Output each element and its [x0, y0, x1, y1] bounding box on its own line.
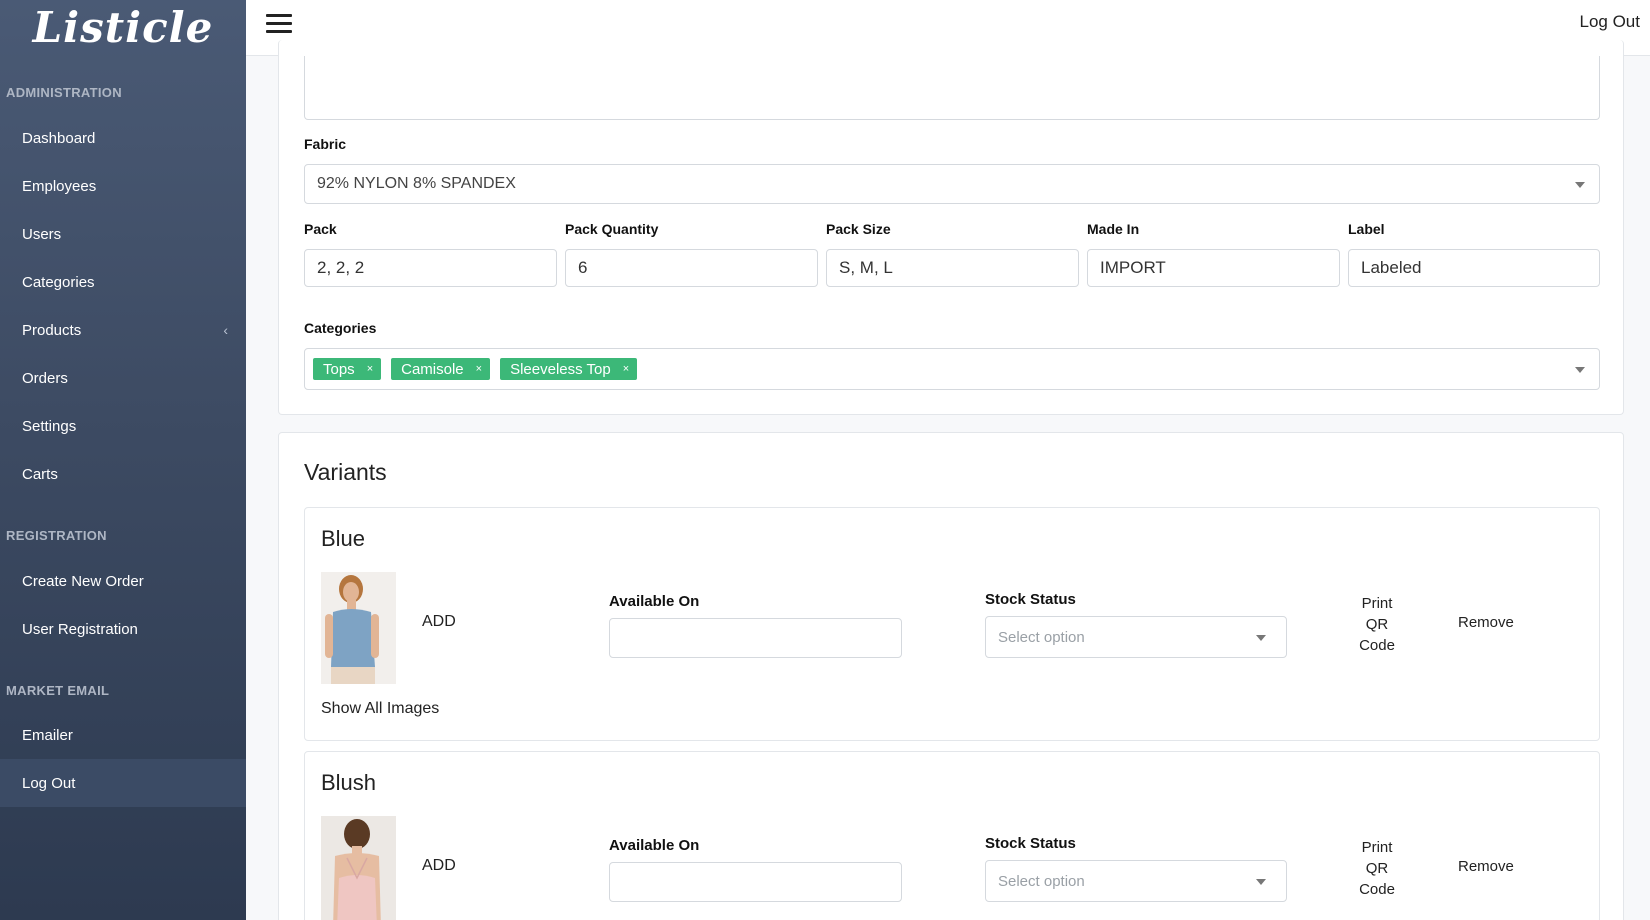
sidebar: Listicle ADMINISTRATION Dashboard Employ… — [0, 0, 246, 920]
logout-link[interactable]: Log Out — [1580, 12, 1641, 32]
stock-status-select[interactable]: Select option — [985, 860, 1287, 902]
sidebar-item-categories[interactable]: Categories — [0, 258, 246, 306]
variants-heading: Variants — [304, 459, 387, 485]
variant-card-blue: Blue ADD Available On Stock Status Selec… — [304, 507, 1600, 741]
add-image-button[interactable]: ADD — [422, 613, 456, 631]
product-details-card: Fabric 92% NYLON 8% SPANDEX Pack 2, 2, 2… — [278, 40, 1624, 415]
section-market-email: MARKET EMAIL — [6, 683, 110, 698]
fabric-label: Fabric — [304, 136, 347, 152]
label-label: Label — [1348, 221, 1385, 237]
fabric-select[interactable]: 92% NYLON 8% SPANDEX — [304, 164, 1600, 204]
sidebar-item-employees[interactable]: Employees — [0, 162, 246, 210]
add-image-button[interactable]: ADD — [422, 857, 456, 875]
category-tag-label: Tops — [323, 360, 355, 378]
product-photo-icon — [321, 572, 396, 684]
variant-image[interactable] — [321, 572, 396, 684]
variant-card-blush: Blush ADD Available On Stock Status Sele… — [304, 751, 1600, 920]
chevron-left-icon: ‹ — [223, 322, 228, 338]
chevron-down-icon — [1256, 879, 1266, 885]
sidebar-item-settings[interactable]: Settings — [0, 402, 246, 450]
pack-input[interactable]: 2, 2, 2 — [304, 249, 557, 287]
categories-multiselect[interactable]: Tops × Camisole × Sleeveless Top × — [304, 348, 1600, 390]
section-registration: REGISTRATION — [6, 528, 107, 543]
category-tag: Sleeveless Top × — [500, 358, 638, 380]
category-tag: Camisole × — [391, 358, 491, 380]
remove-tag-icon[interactable]: × — [623, 363, 629, 375]
pack-size-input[interactable]: S, M, L — [826, 249, 1079, 287]
available-on-label: Available On — [609, 593, 700, 610]
variants-card: Variants Blue ADD Available On Stock Sta… — [278, 432, 1624, 920]
description-textarea[interactable] — [304, 56, 1600, 120]
print-qr-code-button[interactable]: Print QR Code — [1347, 837, 1407, 900]
categories-label: Categories — [304, 320, 377, 336]
remove-variant-button[interactable]: Remove — [1458, 858, 1514, 875]
made-in-input[interactable]: IMPORT — [1087, 249, 1340, 287]
stock-status-select[interactable]: Select option — [985, 616, 1287, 658]
remove-tag-icon[interactable]: × — [476, 363, 482, 375]
menu-icon[interactable] — [266, 14, 292, 34]
made-in-label: Made In — [1087, 221, 1140, 237]
chevron-down-icon — [1575, 367, 1585, 373]
sidebar-item-orders[interactable]: Orders — [0, 354, 246, 402]
show-all-images-link[interactable]: Show All Images — [321, 700, 439, 718]
available-on-label: Available On — [609, 837, 700, 854]
variant-name: Blue — [321, 526, 366, 551]
pack-label: Pack — [304, 221, 337, 237]
pack-quantity-label: Pack Quantity — [565, 221, 659, 237]
print-qr-text: Print — [1361, 839, 1393, 856]
print-qr-text: Code — [1359, 637, 1395, 654]
category-tag-label: Sleeveless Top — [510, 360, 611, 378]
sidebar-item-user-registration[interactable]: User Registration — [0, 605, 246, 653]
print-qr-text: QR — [1365, 860, 1389, 877]
fabric-value: 92% NYLON 8% SPANDEX — [317, 175, 516, 192]
stock-status-placeholder: Select option — [998, 628, 1085, 646]
label-input[interactable]: Labeled — [1348, 249, 1600, 287]
sidebar-item-users[interactable]: Users — [0, 210, 246, 258]
sidebar-item-carts[interactable]: Carts — [0, 450, 246, 498]
chevron-down-icon — [1256, 635, 1266, 641]
sidebar-item-products[interactable]: Products ‹ — [0, 306, 246, 354]
sidebar-item-emailer[interactable]: Emailer — [0, 711, 246, 759]
stock-status-placeholder: Select option — [998, 872, 1085, 890]
stock-status-label: Stock Status — [985, 835, 1076, 852]
pack-size-label: Pack Size — [826, 221, 891, 237]
category-tag-label: Camisole — [401, 360, 464, 378]
available-on-input[interactable] — [609, 862, 902, 902]
available-on-input[interactable] — [609, 618, 902, 658]
stock-status-label: Stock Status — [985, 591, 1076, 608]
sidebar-item-logout[interactable]: Log Out — [0, 759, 246, 807]
remove-tag-icon[interactable]: × — [367, 363, 373, 375]
category-tag: Tops × — [313, 358, 382, 380]
brand-logo[interactable]: Listicle — [0, 0, 246, 54]
product-photo-icon — [321, 816, 396, 920]
print-qr-text: Print — [1361, 595, 1393, 612]
print-qr-text: Code — [1359, 881, 1395, 898]
section-administration: ADMINISTRATION — [6, 85, 122, 100]
variant-image[interactable] — [321, 816, 396, 920]
pack-quantity-input[interactable]: 6 — [565, 249, 818, 287]
print-qr-code-button[interactable]: Print QR Code — [1347, 593, 1407, 656]
variant-name: Blush — [321, 770, 377, 795]
remove-variant-button[interactable]: Remove — [1458, 614, 1514, 631]
print-qr-text: QR — [1365, 616, 1389, 633]
sidebar-item-create-order[interactable]: Create New Order — [0, 557, 246, 605]
sidebar-item-dashboard[interactable]: Dashboard — [0, 114, 246, 162]
sidebar-item-label: Products — [22, 321, 82, 339]
chevron-down-icon — [1575, 182, 1585, 188]
